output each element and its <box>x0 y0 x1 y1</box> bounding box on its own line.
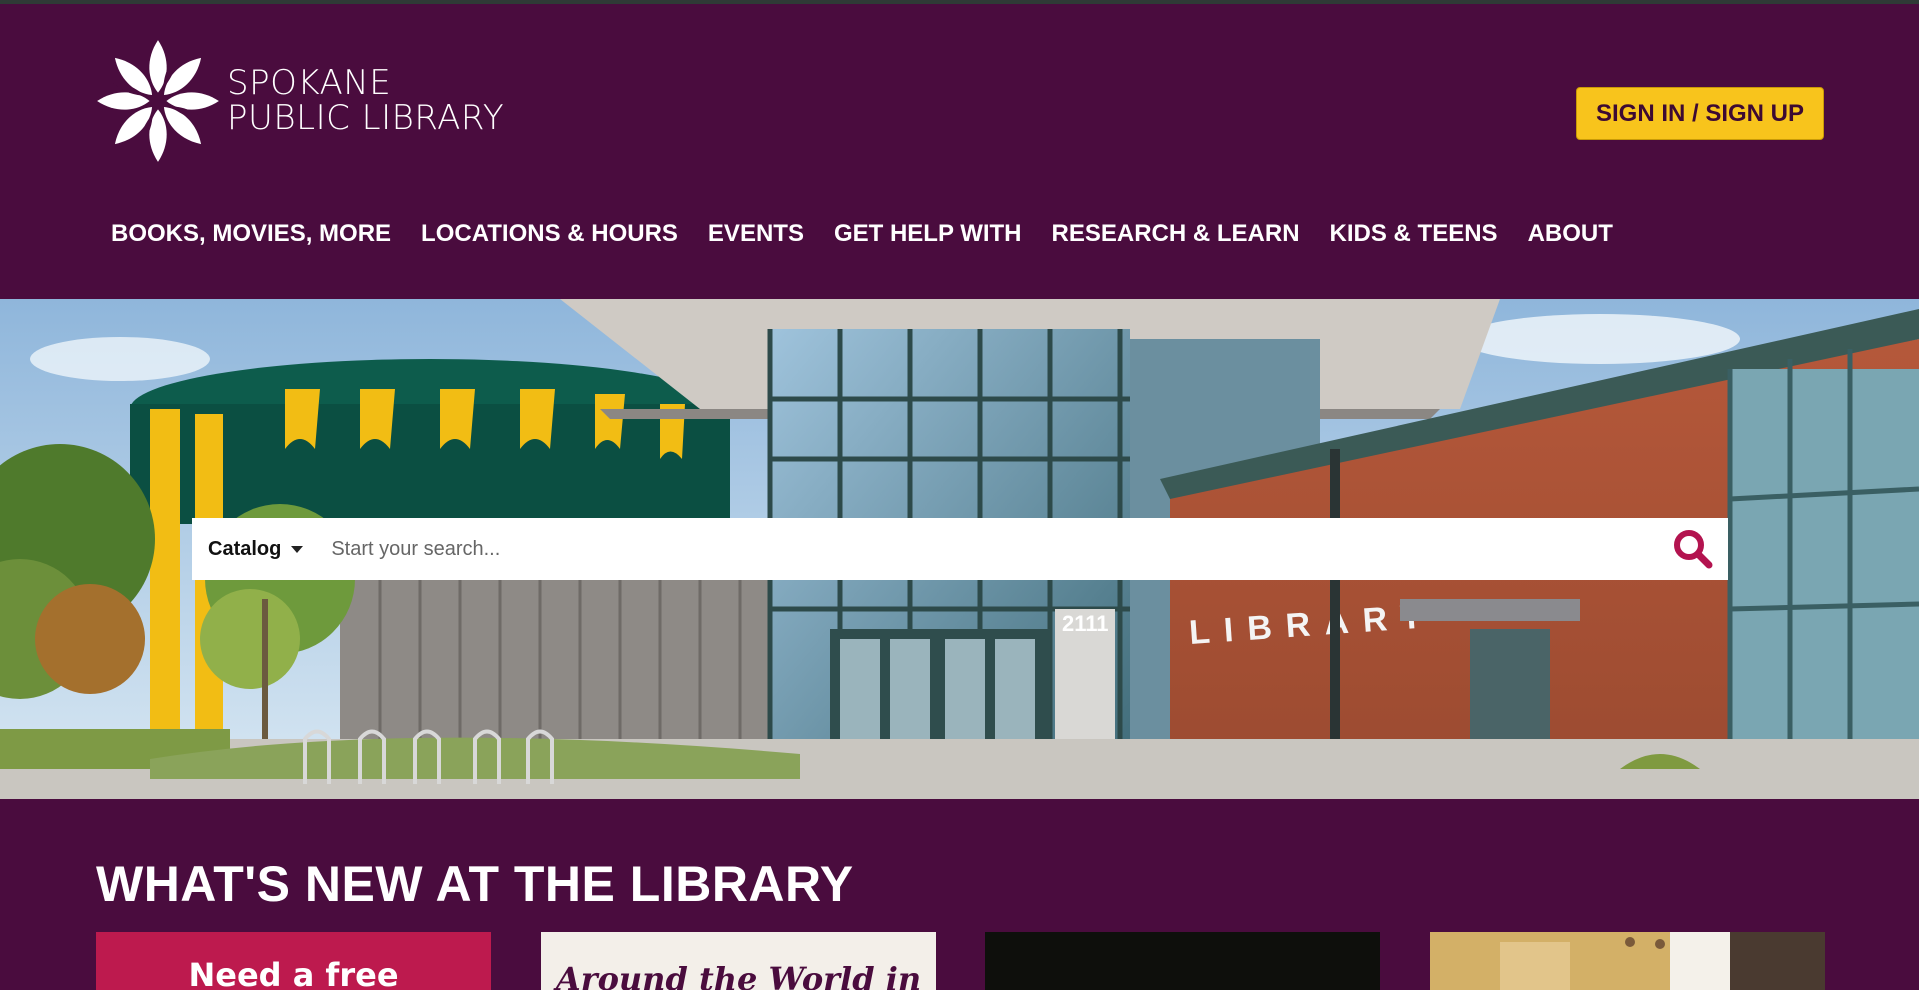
news-card-title: Need a free <box>188 956 399 990</box>
main-nav: BOOKS, MOVIES, MORE LOCATIONS & HOURS EV… <box>96 214 1628 254</box>
site-header: SPOKANE PUBLIC LIBRARY SIGN IN / SIGN UP… <box>0 4 1919 299</box>
section-heading: WHAT'S NEW AT THE LIBRARY <box>96 856 854 912</box>
logo-line-1: SPOKANE <box>227 63 392 103</box>
nav-item-research-learn[interactable]: RESEARCH & LEARN <box>1037 214 1315 254</box>
news-card-title: Around the World in <box>555 960 922 990</box>
news-card[interactable]: Around the World in <box>541 932 936 990</box>
nav-item-locations-hours[interactable]: LOCATIONS & HOURS <box>406 214 693 254</box>
search-scope-label: Catalog <box>208 537 282 560</box>
door-number: 2111 <box>1062 611 1109 636</box>
whats-new-section: WHAT'S NEW AT THE LIBRARY Need a free Ar… <box>0 799 1919 990</box>
nav-item-kids-teens[interactable]: KIDS & TEENS <box>1315 214 1513 254</box>
nav-item-get-help-with[interactable]: GET HELP WITH <box>819 214 1037 254</box>
search-icon <box>1674 530 1713 569</box>
news-card-photo <box>1430 932 1825 990</box>
logo-wordmark: SPOKANE PUBLIC LIBRARY <box>227 66 504 136</box>
logo-line-2: PUBLIC LIBRARY <box>227 98 505 138</box>
news-card[interactable] <box>985 932 1380 990</box>
nav-item-books-movies-more[interactable]: BOOKS, MOVIES, MORE <box>96 214 406 254</box>
nav-item-events[interactable]: EVENTS <box>693 214 819 254</box>
nav-item-about[interactable]: ABOUT <box>1513 214 1628 254</box>
site-logo[interactable]: SPOKANE PUBLIC LIBRARY <box>95 36 515 166</box>
search-button[interactable] <box>1658 518 1728 580</box>
caret-down-icon <box>291 545 304 553</box>
news-card[interactable]: Need a free <box>96 932 491 990</box>
news-card[interactable] <box>1430 932 1825 990</box>
search-bar: Catalog <box>192 518 1728 580</box>
search-input[interactable] <box>319 518 1658 580</box>
sign-in-button[interactable]: SIGN IN / SIGN UP <box>1576 87 1824 140</box>
star-flower-icon <box>97 40 219 162</box>
search-scope-dropdown[interactable]: Catalog <box>192 518 319 580</box>
